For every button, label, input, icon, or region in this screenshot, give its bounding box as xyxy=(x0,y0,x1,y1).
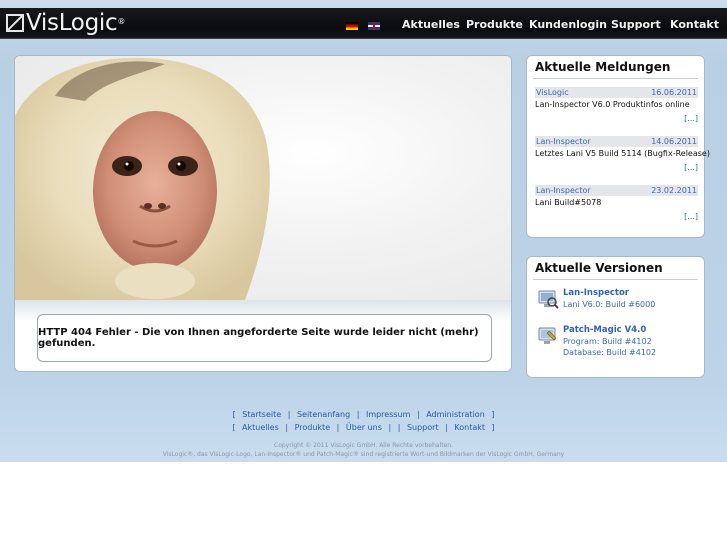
main-content-panel: HTTP 404 Fehler - Die von Ihnen angeford… xyxy=(14,55,512,372)
german-flag-icon[interactable] xyxy=(346,22,358,30)
news-panel-title: Aktuelle Meldungen xyxy=(535,60,671,74)
version-build-line: Lani V6.0: Build #6000 xyxy=(563,300,656,309)
news-category[interactable]: Lan-Inspector xyxy=(536,137,591,146)
footer-link-kontakt[interactable]: Kontakt xyxy=(452,423,487,432)
version-item-patch-magic[interactable]: Patch-Magic V4.0 Program: Build #4102 Da… xyxy=(537,325,656,357)
nav-produkte[interactable]: Produkte xyxy=(466,18,523,31)
news-item-header: Lan-Inspector 23.02.2011 xyxy=(535,185,698,196)
footer-link-ueber-uns[interactable]: Über uns xyxy=(344,423,384,432)
footer-link-administration[interactable]: Administration xyxy=(424,410,487,419)
version-item-lan-inspector[interactable]: Lan-Inspector Lani V6.0: Build #6000 xyxy=(537,288,655,310)
news-more-link[interactable]: [...] xyxy=(535,114,698,123)
footer-links-row-1: [ Startseite | Seitenanfang | Impressum … xyxy=(0,410,727,419)
footer-link-support[interactable]: Support xyxy=(405,423,441,432)
footer-trademark: VisLogic®, das VisLogic-Logo, Lan-Inspec… xyxy=(162,451,565,458)
bracket: [ xyxy=(232,410,236,419)
separator: | xyxy=(388,423,392,432)
logo-text: VisLogic xyxy=(26,10,118,36)
nav-aktuelles[interactable]: Aktuelles xyxy=(402,18,460,31)
divider xyxy=(533,279,698,280)
separator: | xyxy=(285,423,289,432)
news-item-header: VisLogic 16.06.2011 xyxy=(535,87,698,98)
versions-panel-title: Aktuelle Versionen xyxy=(535,261,663,275)
news-more-link[interactable]: [...] xyxy=(535,163,698,172)
version-product-name[interactable]: Patch-Magic V4.0 xyxy=(563,325,656,335)
news-item: VisLogic 16.06.2011 Lan-Inspector V6.0 P… xyxy=(535,87,698,123)
separator: | xyxy=(397,423,401,432)
logo-mark-icon xyxy=(6,14,24,32)
footer-links-row-2: [ Aktuelles | Produkte | Über uns | | Su… xyxy=(0,423,727,432)
separator: | xyxy=(356,410,360,419)
news-more-link[interactable]: [...] xyxy=(535,212,698,221)
nav-kontakt[interactable]: Kontakt xyxy=(670,18,719,31)
footer-link-impressum[interactable]: Impressum xyxy=(364,410,412,419)
bracket: ] xyxy=(491,423,495,432)
patch-magic-icon xyxy=(538,327,557,344)
news-category[interactable]: VisLogic xyxy=(536,88,569,97)
footer-link-startseite[interactable]: Startseite xyxy=(240,410,283,419)
separator: | xyxy=(445,423,448,432)
news-title[interactable]: Letztes Lani V5 Build 5114 (Bugfix-Relea… xyxy=(535,149,710,158)
footer-link-aktuelles[interactable]: Aktuelles xyxy=(240,423,281,432)
footer-link-seitenanfang[interactable]: Seitenanfang xyxy=(295,410,352,419)
divider xyxy=(533,78,698,79)
separator: | xyxy=(287,410,291,419)
vislogic-logo[interactable]: VisLogic ® xyxy=(6,9,125,37)
news-item: Lan-Inspector 23.02.2011 Lani Build#5078… xyxy=(535,185,698,221)
news-title[interactable]: Lani Build#5078 xyxy=(535,198,698,207)
news-item: Lan-Inspector 14.06.2011 Letztes Lani V5… xyxy=(535,136,710,172)
version-product-name[interactable]: Lan-Inspector xyxy=(563,288,655,298)
capuchin-monkey-illustration xyxy=(15,57,270,300)
separator: | xyxy=(336,423,340,432)
version-build-line: Database: Build #4102 xyxy=(563,348,657,357)
uk-flag-icon[interactable] xyxy=(368,22,380,30)
news-panel: Aktuelle Meldungen VisLogic 16.06.2011 L… xyxy=(526,55,710,238)
news-item-header: Lan-Inspector 14.06.2011 xyxy=(535,136,698,147)
versions-panel: Aktuelle Versionen Lan-Inspector Lani V6… xyxy=(526,256,705,378)
footer-link-produkte[interactable]: Produkte xyxy=(293,423,333,432)
news-date: 23.02.2011 xyxy=(651,186,697,195)
news-category[interactable]: Lan-Inspector xyxy=(536,186,591,195)
bracket: [ xyxy=(232,423,236,432)
news-date: 14.06.2011 xyxy=(651,137,697,146)
logo-registered-mark: ® xyxy=(117,16,126,26)
error-message: HTTP 404 Fehler - Die von Ihnen angeford… xyxy=(38,327,479,349)
nav-kundenlogin[interactable]: Kundenlogin xyxy=(529,18,607,31)
page: VisLogic ® Aktuelles Produkte Kundenlogi… xyxy=(0,0,727,545)
nav-support[interactable]: Support xyxy=(611,18,661,31)
news-title[interactable]: Lan-Inspector V6.0 Produktinfos online xyxy=(535,100,698,109)
news-date: 16.06.2011 xyxy=(651,88,697,97)
separator: | xyxy=(416,410,420,419)
footer-copyright: Copyright © 2011 VisLogic GmbH. Alle Rec… xyxy=(274,442,453,449)
bracket: ] xyxy=(491,410,495,419)
version-build-line: Program: Build #4102 xyxy=(563,337,652,346)
error-message-box: HTTP 404 Fehler - Die von Ihnen angeford… xyxy=(37,314,492,362)
lan-inspector-icon xyxy=(538,290,559,309)
